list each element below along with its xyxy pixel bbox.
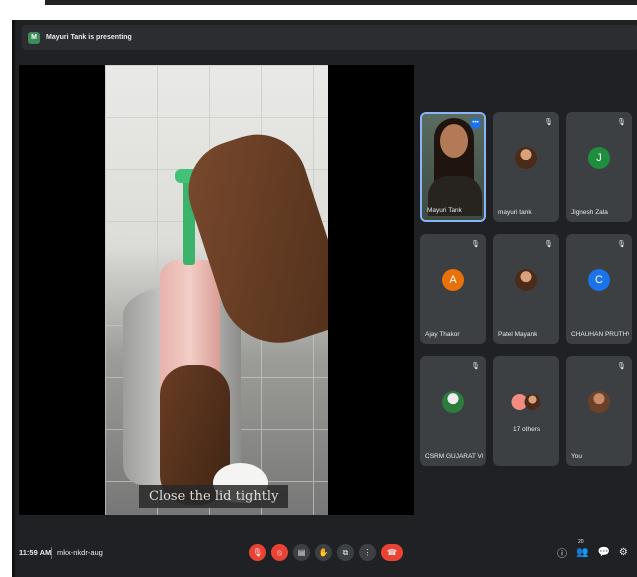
participant-tile[interactable]: 🎙 Patel Mayank <box>493 234 559 344</box>
bottom-toolbar: 11:59 AM mkx-nkdr-aug 🎙 ⦸ ▤ ✋ ⧉ ⋮ ☎ ⓘ 20… <box>15 535 637 570</box>
participant-tile[interactable]: 🎙 A Ajay Thakor <box>420 234 486 344</box>
mic-off-icon: 🎙 <box>617 119 626 126</box>
activities-icon[interactable]: ⚙ <box>619 547 628 558</box>
video-caption: Close the lid tightly <box>139 485 289 508</box>
camera-face <box>440 124 468 158</box>
chat-icon[interactable]: 💬 <box>597 547 609 558</box>
participant-name: CHAUHAN PRUTHVI... <box>571 331 629 338</box>
meet-window: M Mayuri Tank is presenting Close the li… <box>12 20 637 577</box>
mic-off-icon: 🎙 <box>617 241 626 248</box>
participant-tile[interactable]: 🎙 J Jignesh Zala <box>566 112 632 222</box>
captions-button[interactable]: ▤ <box>293 544 310 561</box>
others-count: 17 others <box>513 426 541 433</box>
others-tile[interactable]: 17 others <box>493 356 559 466</box>
top-border <box>45 0 637 5</box>
camera-feed <box>422 114 484 220</box>
clock: 11:59 AM <box>19 548 52 557</box>
leave-call-button[interactable]: ☎ <box>381 544 403 561</box>
participant-tile[interactable]: 🎙 C CHAUHAN PRUTHVI... <box>566 234 632 344</box>
presenting-label: Mayuri Tank is presenting <box>46 34 132 41</box>
meeting-code: mkx-nkdr-aug <box>57 548 103 557</box>
presentation-stage[interactable]: Close the lid tightly <box>19 65 414 515</box>
camera-toggle-button[interactable]: ⦸ <box>271 544 288 561</box>
shared-video: Close the lid tightly <box>105 65 328 515</box>
self-tile[interactable]: 🎙 You <box>566 356 632 466</box>
avatar <box>515 269 537 292</box>
participant-tile[interactable]: 🎙 CSRM GUJARAT VID... <box>420 356 486 466</box>
more-options-button[interactable]: ⋮ <box>359 544 376 561</box>
divider <box>51 547 52 559</box>
people-icon[interactable]: 20 👥 <box>576 539 589 558</box>
avatar <box>515 147 537 170</box>
avatar: J <box>588 147 610 170</box>
mic-off-icon: 🎙 <box>471 241 480 248</box>
participant-name: Jignesh Zala <box>571 209 608 216</box>
presenter-avatar: M <box>28 31 40 44</box>
side-panel-icons: ⓘ 20 👥 💬 ⚙ <box>557 539 628 560</box>
participant-name: You <box>571 453 582 460</box>
participant-tile[interactable]: 🎙 mayuri tank <box>493 112 559 222</box>
participant-name: Ajay Thakor <box>425 331 460 338</box>
others-avatars <box>511 394 541 411</box>
presenting-bar: M Mayuri Tank is presenting <box>22 25 637 50</box>
participant-name: Patel Mayank <box>498 331 538 338</box>
raise-hand-button[interactable]: ✋ <box>315 544 332 561</box>
participant-tile[interactable]: ••• Mayuri Tank <box>420 112 486 222</box>
mic-off-icon: 🎙 <box>471 363 480 370</box>
avatar: A <box>442 269 464 292</box>
mic-off-icon: 🎙 <box>617 363 626 370</box>
people-count: 20 <box>578 539 584 545</box>
avatar <box>442 391 464 414</box>
more-options-icon[interactable]: ••• <box>470 118 481 129</box>
call-controls: 🎙 ⦸ ▤ ✋ ⧉ ⋮ ☎ <box>249 544 403 561</box>
participant-name: Mayuri Tank <box>427 207 462 214</box>
mic-off-icon: 🎙 <box>544 241 553 248</box>
avatar: C <box>588 269 610 292</box>
mic-toggle-button[interactable]: 🎙 <box>249 544 266 561</box>
info-icon[interactable]: ⓘ <box>557 545 567 560</box>
people-glyph: 👥 <box>576 547 589 558</box>
present-button[interactable]: ⧉ <box>337 544 354 561</box>
participant-name: mayuri tank <box>498 209 532 216</box>
mic-off-icon: 🎙 <box>544 119 553 126</box>
participant-name: CSRM GUJARAT VID... <box>425 453 483 460</box>
avatar <box>588 391 610 414</box>
